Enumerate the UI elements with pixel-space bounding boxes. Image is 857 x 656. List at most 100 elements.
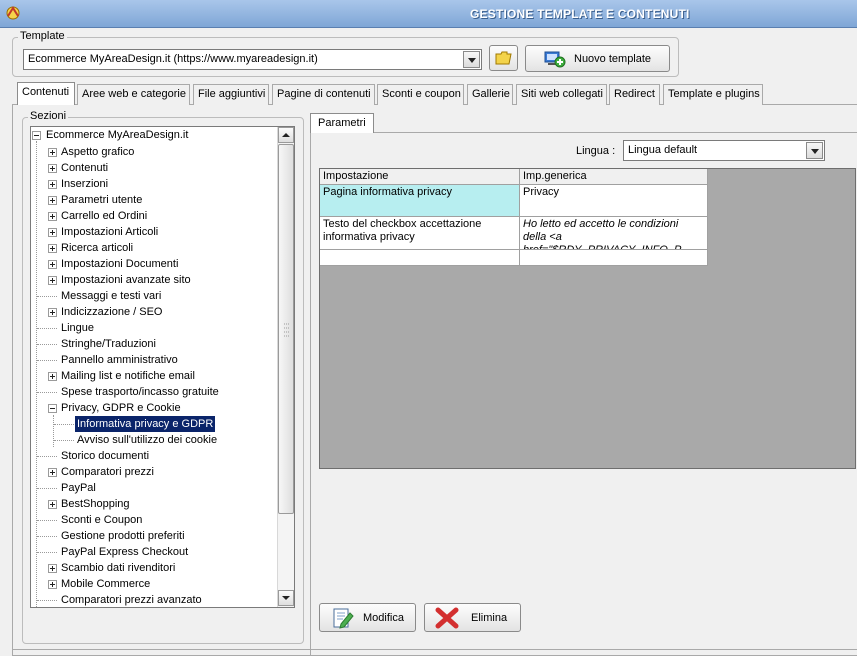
tab-label: Pagine di contenuti (277, 88, 371, 100)
expand-icon[interactable] (48, 580, 57, 589)
app-icon (6, 6, 20, 20)
tree-item[interactable]: Mailing list e notifiche email (61, 368, 195, 384)
edit-button[interactable]: Modifica (319, 603, 416, 632)
grid-cell[interactable]: Testo del checkbox accettazione informat… (320, 217, 520, 250)
tree-item[interactable]: Avviso sull'utilizzo dei cookie (77, 432, 217, 448)
tree-item[interactable]: Stringhe/Traduzioni (61, 336, 156, 352)
scroll-down-button[interactable] (278, 590, 294, 606)
open-folder-button[interactable] (489, 45, 518, 71)
tree-item[interactable]: Scambio dati rivenditori (61, 560, 175, 576)
tree-connector (37, 488, 57, 489)
template-group-label: Template (18, 30, 67, 42)
scroll-thumb[interactable] (278, 144, 294, 514)
tree-item[interactable]: Privacy, GDPR e Cookie (61, 400, 181, 416)
expand-icon[interactable] (48, 244, 57, 253)
tree-item[interactable]: Spese trasporto/incasso gratuite (61, 384, 219, 400)
tree-item[interactable]: Carrello ed Ordini (61, 208, 147, 224)
sections-tree[interactable]: Ecommerce MyAreaDesign.it Aspetto grafic… (30, 126, 295, 608)
expand-icon[interactable] (48, 196, 57, 205)
tab-template-plugins[interactable]: Template e plugins (663, 84, 763, 105)
tab-label: File aggiuntivi (198, 88, 266, 100)
delete-button-label: Elimina (471, 612, 508, 624)
tree-connector (37, 536, 57, 537)
collapse-icon[interactable] (48, 404, 57, 413)
grid-cell[interactable]: Pagina informativa privacy (320, 185, 520, 217)
tree-item-selected[interactable]: Informativa privacy e GDPR (73, 415, 217, 433)
tab-sconti-coupon[interactable]: Sconti e coupon (377, 84, 464, 105)
tree-item[interactable]: BestShopping (61, 496, 130, 512)
tree-item[interactable]: Impostazioni Articoli (61, 224, 158, 240)
params-grid: Impostazione Imp.generica Pagina informa… (319, 168, 856, 469)
expand-icon[interactable] (48, 372, 57, 381)
collapse-icon[interactable] (32, 131, 41, 140)
delete-button[interactable]: Elimina (424, 603, 521, 632)
expand-icon[interactable] (48, 228, 57, 237)
tree-scrollbar[interactable] (277, 127, 294, 607)
tree-item[interactable]: Storico documenti (61, 448, 149, 464)
tree-connector (37, 600, 57, 601)
tree-item[interactable]: Comparatori prezzi avanzato (61, 592, 202, 607)
tree-item[interactable]: PayPal (61, 480, 96, 496)
tree-item[interactable]: Gestione prodotti preferiti (61, 528, 185, 544)
tree-item[interactable]: Impostazioni Documenti (61, 256, 178, 272)
delete-x-icon (435, 607, 459, 629)
template-select[interactable]: Ecommerce MyAreaDesign.it (https://www.m… (23, 49, 482, 70)
expand-icon[interactable] (48, 468, 57, 477)
tree-item[interactable]: Contenuti (61, 160, 108, 176)
scroll-up-button[interactable] (278, 127, 294, 143)
arrow-up-icon (282, 133, 290, 137)
lingua-select[interactable]: Lingua default (623, 140, 825, 161)
tree-item[interactable]: Mobile Commerce (61, 576, 150, 592)
template-select-value: Ecommerce MyAreaDesign.it (https://www.m… (28, 53, 318, 65)
expand-icon[interactable] (48, 564, 57, 573)
tree-item[interactable]: Ricerca articoli (61, 240, 133, 256)
grid-cell[interactable]: Ho letto ed accetto le condizioni della … (520, 217, 708, 250)
chevron-down-icon[interactable] (806, 142, 823, 159)
expand-icon[interactable] (48, 500, 57, 509)
tab-label: Siti web collegati (521, 88, 603, 100)
expand-icon[interactable] (48, 308, 57, 317)
column-header[interactable]: Impostazione (320, 169, 520, 185)
tab-siti-web[interactable]: Siti web collegati (516, 84, 607, 105)
tree-connector (37, 328, 57, 329)
tab-pagine-contenuti[interactable]: Pagine di contenuti (272, 84, 375, 105)
edit-button-label: Modifica (363, 612, 404, 624)
expand-icon[interactable] (48, 148, 57, 157)
tree-item[interactable]: Messaggi e testi vari (61, 288, 161, 304)
lingua-label: Lingua : (576, 145, 616, 157)
expand-icon[interactable] (48, 260, 57, 269)
expand-icon[interactable] (48, 180, 57, 189)
tab-aree-web[interactable]: Aree web e categorie (77, 84, 190, 105)
expand-icon[interactable] (48, 212, 57, 221)
expand-icon[interactable] (48, 276, 57, 285)
sections-label: Sezioni (28, 110, 69, 122)
tab-contenuti[interactable]: Contenuti (17, 82, 75, 105)
tab-redirect[interactable]: Redirect (609, 84, 660, 105)
tree-item[interactable]: PayPal Express Checkout (61, 544, 188, 560)
tree-item[interactable]: Impostazioni avanzate sito (61, 272, 191, 288)
chevron-down-icon[interactable] (463, 51, 480, 68)
expand-icon[interactable] (48, 164, 57, 173)
tree-item[interactable]: Sconti e Coupon (61, 512, 142, 528)
grid-cell-empty[interactable] (520, 250, 708, 266)
tab-gallerie[interactable]: Gallerie (467, 84, 513, 105)
tree-item[interactable]: Aspetto grafico (61, 144, 134, 160)
tree-connector (53, 415, 54, 447)
tab-label: Aree web e categorie (82, 88, 186, 100)
new-template-label: Nuovo template (574, 53, 652, 65)
column-header[interactable]: Imp.generica (520, 169, 708, 185)
tree-item[interactable]: Inserzioni (61, 176, 108, 192)
grid-cell[interactable]: Privacy (520, 185, 708, 217)
lingua-select-value: Lingua default (628, 144, 698, 156)
grid-cell-empty[interactable] (320, 250, 520, 266)
tree-item[interactable]: Comparatori prezzi (61, 464, 154, 480)
new-template-button[interactable]: Nuovo template (525, 45, 670, 72)
tree-item[interactable]: Lingue (61, 320, 94, 336)
tab-file-aggiuntivi[interactable]: File aggiuntivi (193, 84, 269, 105)
tree-item[interactable]: Indicizzazione / SEO (61, 304, 163, 320)
tree-item[interactable]: Parametri utente (61, 192, 142, 208)
tree-root[interactable]: Ecommerce MyAreaDesign.it (46, 127, 188, 143)
tab-parametri[interactable]: Parametri (310, 113, 374, 133)
tree-item[interactable]: Pannello amministrativo (61, 352, 178, 368)
title-bar: GESTIONE TEMPLATE E CONTENUTI (0, 0, 857, 28)
